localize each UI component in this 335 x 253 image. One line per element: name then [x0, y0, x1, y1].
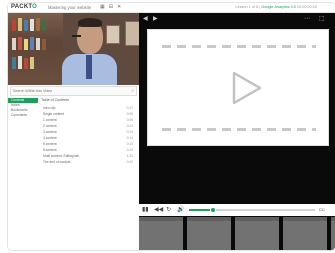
book: [12, 57, 16, 69]
slide-dashes: [162, 128, 316, 131]
slide-dashes: [162, 45, 316, 48]
playback-controls: ▮▮ ◀◀ ↻ 🔊 CC: [139, 204, 335, 216]
fullscreen-icon[interactable]: ⬚: [319, 15, 325, 22]
book: [42, 39, 46, 50]
rewind-icon[interactable]: ◀◀: [154, 206, 163, 213]
book: [24, 39, 28, 50]
top-bar: PACKTO Mastering your website ▦ ⊟ ✕ Less…: [8, 3, 335, 13]
slide-area[interactable]: [147, 29, 329, 146]
sidebar: ⌕ Contents Notes Bookmarks Comments Tabl…: [8, 85, 140, 250]
book: [30, 37, 34, 50]
logo-accent: O: [32, 4, 37, 10]
search-icon[interactable]: ⌕: [131, 87, 134, 95]
course-link[interactable]: Google Analytics 4.0: [261, 5, 296, 9]
sidebar-nav: Contents Notes Bookmarks Comments: [8, 98, 38, 118]
toc-list: Intro clip 0:17 Single content 0:09 1 cont…: [41, 105, 133, 165]
search-input[interactable]: [13, 87, 123, 95]
slide-thumbnail[interactable]: [283, 217, 327, 250]
app-window: PACKTO Mastering your website ▦ ⊟ ✕ Less…: [8, 3, 335, 250]
volume-icon[interactable]: 🔊: [177, 206, 184, 213]
wall-picture: [106, 25, 120, 44]
webcam-video[interactable]: [8, 13, 149, 85]
progress-track[interactable]: [189, 207, 315, 213]
close-icon[interactable]: ✕: [117, 4, 121, 10]
toc-title: Table of Contents: [41, 98, 69, 102]
toolbar-icons: ▦ ⊟ ✕: [100, 4, 121, 10]
next-slide-icon[interactable]: ▶: [153, 15, 158, 22]
book: [18, 37, 22, 50]
slide-thumbnail[interactable]: [139, 217, 183, 250]
book: [18, 18, 22, 31]
slide-thumbnail[interactable]: [331, 217, 335, 250]
grid-icon[interactable]: ▦: [100, 4, 105, 10]
presenter-hair: [78, 18, 102, 27]
more-icon[interactable]: ⋯: [304, 15, 310, 22]
replay-icon[interactable]: ↻: [166, 206, 171, 213]
lesson-status: Lesson 1 of 8 | Google Analytics 4.0 00:…: [235, 5, 317, 9]
book: [36, 38, 40, 50]
book: [12, 19, 16, 31]
app-logo: PACKTO: [11, 4, 37, 10]
presenter-tie: [86, 55, 92, 79]
page-title: Mastering your website: [48, 5, 92, 10]
logo-text: PACKT: [11, 4, 33, 10]
pause-icon[interactable]: ▮▮: [142, 206, 149, 213]
book: [30, 19, 34, 31]
book: [36, 18, 40, 31]
book: [30, 57, 34, 69]
book: [24, 58, 28, 69]
progress-handle[interactable]: [209, 207, 216, 213]
book: [18, 56, 22, 69]
bookshelf: [8, 13, 63, 85]
book: [12, 38, 16, 50]
prev-slide-icon[interactable]: ◀: [143, 15, 148, 22]
book: [42, 20, 46, 31]
nav-item-comments[interactable]: Comments: [8, 113, 38, 118]
search-box[interactable]: ⌕: [10, 86, 137, 96]
cc-button[interactable]: CC: [319, 207, 325, 212]
slide-thumbnail[interactable]: [235, 217, 279, 250]
book: [24, 20, 28, 31]
toc-item[interactable]: The end of module 0:20: [41, 159, 133, 165]
thumbnail-strip: [139, 217, 335, 250]
slide-thumbnail[interactable]: [187, 217, 231, 250]
player-top-controls: ◀ ▶ ⋯ ⬚: [139, 15, 335, 25]
bookmark-icon[interactable]: ⊟: [109, 4, 113, 10]
headset-mic: [72, 35, 81, 37]
play-icon[interactable]: [231, 70, 263, 106]
